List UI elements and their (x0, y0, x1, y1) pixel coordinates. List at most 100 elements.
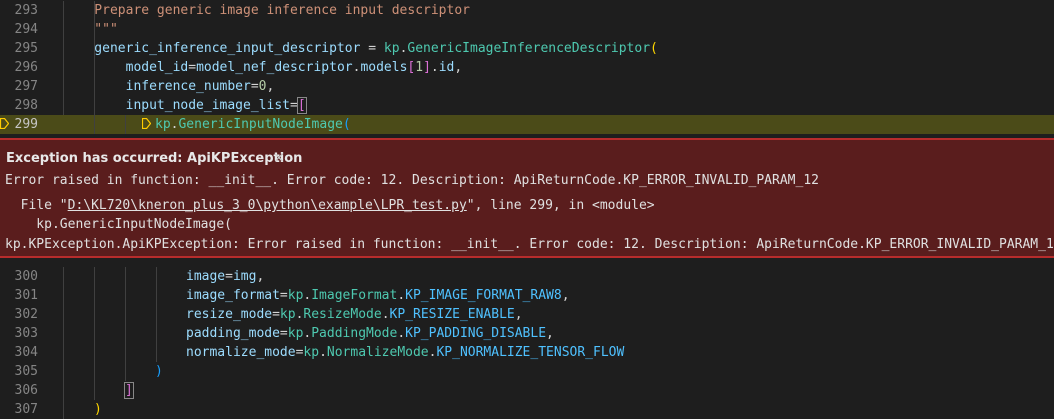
indent-guide (94, 115, 95, 134)
code-token: = (279, 326, 288, 341)
code-token: GenericImageInferenceDescriptor (407, 41, 651, 56)
code-token: KP_RESIZE_ENABLE (389, 307, 515, 322)
indent-guide (63, 286, 64, 305)
code-line[interactable]: 305) (0, 362, 1054, 381)
code-token: """ (63, 22, 118, 37)
exception-widget: Exception has occurred: ApiKPException ×… (0, 138, 1054, 258)
indent-guide (125, 324, 126, 343)
code-text: ) (155, 362, 163, 381)
code-line[interactable]: 302 resize_mode=kp.ResizeMode.KP_RESIZE_E… (0, 305, 1054, 324)
line-number: 302 (14, 307, 38, 322)
exception-message: Error raised in function: __init__. Erro… (5, 173, 819, 188)
code-line[interactable]: 304 normalize_mode=kp.NormalizeMode.KP_NO… (0, 343, 1054, 362)
indent-guide (94, 343, 95, 362)
code-line[interactable]: 295 generic_inference_input_descriptor =… (0, 39, 1054, 58)
code-token: , (546, 326, 554, 341)
code-token: . (381, 307, 390, 322)
code-token: = (188, 60, 197, 75)
code-token: = (272, 307, 280, 322)
line-number: 294 (14, 22, 38, 37)
code-text: kp.GenericInputNodeImage( (155, 115, 351, 134)
code-token: ( (650, 41, 658, 56)
code-token: NormalizeMode (326, 345, 429, 360)
current-line[interactable]: 299 kp.GenericInputNodeImage( (0, 115, 1054, 134)
code-token: KP_IMAGE_FORMAT_RAW8 (405, 288, 562, 303)
indent-guide (94, 286, 95, 305)
code-token: = (279, 288, 288, 303)
code-token: = (250, 79, 259, 94)
code-token: GenericInputNodeImage (178, 117, 343, 132)
breakpoint-arrow-icon (0, 118, 9, 129)
code-text: """ (63, 20, 118, 39)
file-path-link[interactable]: D:\KL720\kneron_plus_3_0\python\example\… (68, 198, 467, 213)
code-token: . (319, 345, 327, 360)
code-token: normalize_mode (186, 345, 296, 360)
indent-guide (94, 305, 95, 324)
code-token: = (225, 269, 233, 284)
code-line[interactable]: 294 """ (0, 20, 1054, 39)
code-line[interactable]: 303 padding_mode=kp.PaddingMode.KP_PADDIN… (0, 324, 1054, 343)
line-number: 301 (14, 288, 38, 303)
line-number: 297 (14, 79, 38, 94)
stack-frame-file: File "D:\KL720\kneron_plus_3_0\python\ex… (5, 198, 655, 213)
code-text: image_format=kp.ImageFormat.KP_IMAGE_FOR… (186, 286, 570, 305)
code-token: model_id (63, 60, 189, 75)
code-token: ] (423, 60, 431, 75)
indent-guide (156, 343, 157, 362)
indent-guide (156, 267, 157, 286)
indent-guide (63, 381, 64, 400)
code-token: = (360, 41, 384, 56)
code-token: , (561, 288, 570, 303)
code-token: image (186, 269, 226, 284)
indent-guide (94, 324, 95, 343)
code-text: ) (94, 400, 102, 419)
code-text: resize_mode=kp.ResizeMode.KP_RESIZE_ENAB… (186, 305, 523, 324)
code-line[interactable]: 307) (0, 400, 1054, 419)
code-token: padding_mode (186, 326, 280, 341)
code-line[interactable]: 298 input_node_image_list=[ (0, 96, 1054, 115)
line-number: 300 (14, 269, 38, 284)
code-line[interactable]: 297 inference_number=0, (0, 77, 1054, 96)
code-token: . (397, 288, 406, 303)
code-text: normalize_mode=kp.NormalizeMode.KP_NORMA… (186, 343, 624, 362)
line-number: 304 (14, 345, 38, 360)
code-token: input_node_image_list (63, 98, 290, 113)
code-line[interactable]: 301 image_format=kp.ImageFormat.KP_IMAGE_… (0, 286, 1054, 305)
code-token: image_format (186, 288, 280, 303)
code-token: , (256, 269, 265, 284)
indent-guide (125, 343, 126, 362)
stack-frame-source: kp.GenericInputNodeImage( (5, 217, 232, 232)
code-token: resize_mode (186, 307, 273, 322)
code-token: inference_number (63, 79, 251, 94)
indent-guide (125, 286, 126, 305)
line-number: 296 (14, 60, 38, 75)
indent-guide (63, 362, 64, 381)
exception-title: Exception has occurred: ApiKPException (6, 151, 303, 166)
code-token: kp (303, 345, 320, 360)
code-line[interactable]: 300 image=img, (0, 267, 1054, 286)
code-text: Prepare generic image inference input de… (63, 1, 470, 20)
code-token: kp (155, 117, 171, 132)
close-icon[interactable]: × (273, 150, 285, 166)
line-number: 295 (14, 41, 38, 56)
code-token: models (360, 60, 408, 75)
code-text: ] (124, 381, 134, 400)
code-text: generic_inference_input_descriptor = kp.… (63, 39, 658, 58)
code-line[interactable]: 296 model_id=model_nef_descriptor. models… (0, 58, 1054, 77)
indent-guide (63, 267, 64, 286)
code-token: KP_PADDING_DISABLE (405, 326, 547, 341)
code-token: . (397, 326, 406, 341)
code-token: KP_NORMALIZE_TENSOR_FLOW (436, 345, 625, 360)
code-text: input_node_image_list=[ (63, 96, 307, 115)
indent-guide (125, 115, 126, 134)
indent-guide (63, 324, 64, 343)
line-number: 293 (14, 3, 38, 18)
code-token: Prepare generic image inference input de… (63, 3, 470, 18)
code-text: model_id=model_nef_descriptor.models[1].… (63, 58, 463, 77)
code-token: 0 (258, 79, 267, 94)
code-line[interactable]: 293 Prepare generic image inference inpu… (0, 1, 1054, 20)
code-text: image=img, (186, 267, 264, 286)
code-token: kp (279, 307, 296, 322)
code-token: id (438, 60, 455, 75)
code-line[interactable]: 306] (0, 381, 1054, 400)
